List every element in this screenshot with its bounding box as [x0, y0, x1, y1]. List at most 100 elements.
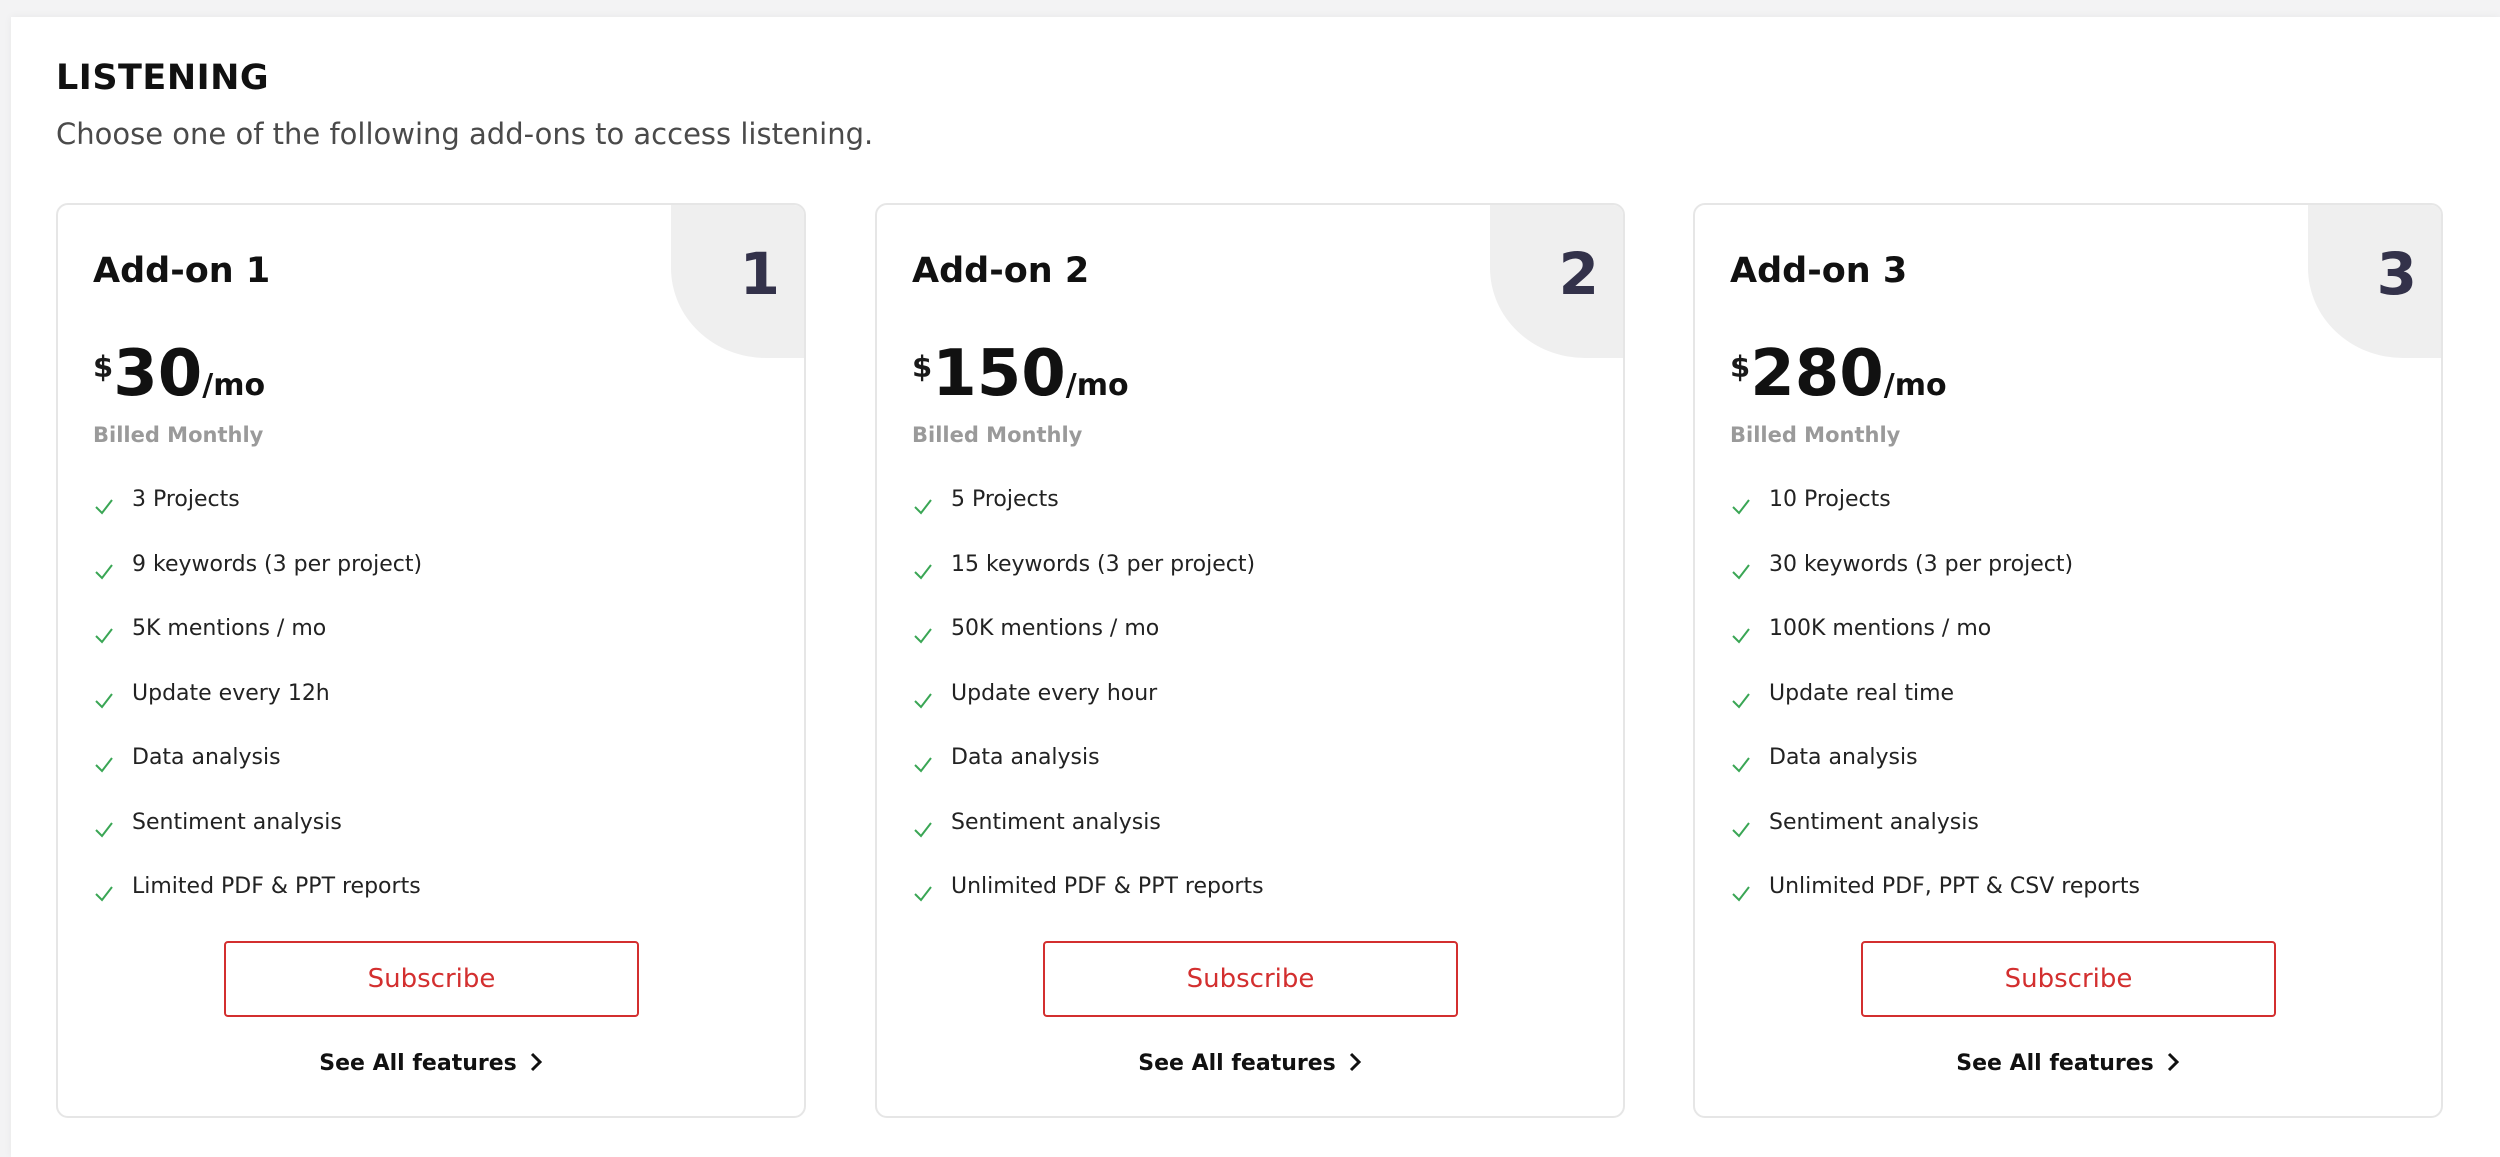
subscribe-button[interactable]: Subscribe — [224, 941, 639, 1017]
feature-item: Unlimited PDF, PPT & CSV reports — [1730, 868, 2140, 933]
feature-item: Sentiment analysis — [912, 804, 1264, 869]
feature-item: Update real time — [1730, 675, 2140, 740]
addon-card-2: 2 Add-on 2 $150/mo Billed Monthly 5 Proj… — [875, 203, 1625, 1118]
price-period: /mo — [1883, 368, 1947, 403]
check-icon — [95, 628, 113, 644]
chevron-right-icon — [2167, 1052, 2179, 1072]
addon-number: 3 — [2376, 240, 2417, 308]
feature-label: 30 keywords (3 per project) — [1769, 551, 2074, 577]
check-icon — [95, 886, 113, 902]
chevron-right-icon — [1349, 1052, 1361, 1072]
check-icon — [1732, 692, 1750, 709]
addon-title: Add-on 2 — [912, 251, 1090, 291]
corner-badge: 1 — [671, 205, 804, 358]
check-icon — [914, 821, 932, 838]
feature-label: Data analysis — [132, 745, 281, 770]
feature-label: 100K mentions / mo — [1769, 616, 1992, 641]
feature-item: 30 keywords (3 per project) — [1730, 546, 2140, 611]
feature-label: Update real time — [1769, 680, 1955, 706]
currency-symbol: $ — [912, 350, 933, 384]
feature-label: Update every 12h — [132, 680, 330, 706]
section-subtitle: Choose one of the following add-ons to a… — [56, 117, 874, 151]
feature-item: 5 Projects — [912, 481, 1264, 546]
feature-item: 15 keywords (3 per project) — [912, 546, 1264, 611]
price-period: /mo — [1065, 368, 1129, 403]
check-icon — [914, 628, 932, 644]
feature-item: Sentiment analysis — [93, 804, 422, 869]
feature-label: Update every hour — [951, 680, 1158, 706]
chevron-right-icon — [530, 1052, 542, 1072]
price: $30/mo — [93, 342, 265, 422]
see-all-label: See All features — [319, 1051, 517, 1076]
feature-list: 3 Projects 9 keywords (3 per project) 5K… — [93, 481, 422, 933]
feature-item: 3 Projects — [93, 481, 422, 546]
addon-title: Add-on 1 — [93, 251, 271, 291]
price-amount: 280 — [1750, 337, 1884, 411]
see-all-label: See All features — [1956, 1051, 2154, 1076]
addon-title: Add-on 3 — [1730, 251, 1908, 291]
corner-badge: 2 — [1490, 205, 1623, 358]
billing-cycle: Billed Monthly — [93, 423, 264, 447]
check-icon — [914, 563, 932, 580]
check-icon — [1732, 499, 1750, 515]
addon-card-3: 3 Add-on 3 $280/mo Billed Monthly 10 Pro… — [1693, 203, 2443, 1118]
billing-cycle: Billed Monthly — [912, 423, 1083, 447]
feature-item: 10 Projects — [1730, 481, 2140, 546]
see-all-label: See All features — [1138, 1051, 1336, 1076]
feature-label: 5K mentions / mo — [132, 616, 327, 641]
price-amount: 30 — [113, 337, 203, 411]
feature-item: Update every 12h — [93, 675, 422, 740]
feature-item: Update every hour — [912, 675, 1264, 740]
feature-item: 50K mentions / mo — [912, 610, 1264, 675]
currency-symbol: $ — [1730, 350, 1751, 384]
addon-number: 1 — [739, 240, 780, 308]
see-all-features-link[interactable]: See All features — [877, 1051, 1623, 1076]
feature-item: 9 keywords (3 per project) — [93, 546, 422, 611]
feature-item: Unlimited PDF & PPT reports — [912, 868, 1264, 933]
see-all-features-link[interactable]: See All features — [58, 1051, 804, 1076]
check-icon — [1732, 886, 1750, 902]
feature-label: 5 Projects — [951, 487, 1059, 512]
feature-list: 10 Projects 30 keywords (3 per project) … — [1730, 481, 2140, 933]
check-icon — [914, 499, 932, 515]
feature-label: 10 Projects — [1769, 487, 1891, 512]
see-all-features-link[interactable]: See All features — [1695, 1051, 2441, 1076]
price: $280/mo — [1730, 342, 1947, 422]
feature-label: Sentiment analysis — [1769, 809, 1979, 835]
addon-card-1: 1 Add-on 1 $30/mo Billed Monthly 3 Proje… — [56, 203, 806, 1118]
feature-item: 5K mentions / mo — [93, 610, 422, 675]
price-period: /mo — [202, 368, 266, 403]
check-icon — [1732, 563, 1750, 580]
check-icon — [914, 886, 932, 902]
billing-cycle: Billed Monthly — [1730, 423, 1901, 447]
check-icon — [95, 821, 113, 838]
currency-symbol: $ — [93, 350, 114, 384]
check-icon — [1732, 757, 1750, 773]
feature-label: Sentiment analysis — [951, 809, 1161, 835]
check-icon — [914, 692, 932, 709]
check-icon — [95, 499, 113, 515]
check-icon — [95, 692, 113, 709]
feature-label: 50K mentions / mo — [951, 616, 1160, 641]
price: $150/mo — [912, 342, 1129, 422]
check-icon — [1732, 628, 1750, 644]
check-icon — [95, 757, 113, 773]
feature-item: Sentiment analysis — [1730, 804, 2140, 869]
subscribe-button[interactable]: Subscribe — [1043, 941, 1458, 1017]
feature-item: Data analysis — [912, 739, 1264, 804]
feature-label: 3 Projects — [132, 487, 240, 512]
subscribe-button[interactable]: Subscribe — [1861, 941, 2276, 1017]
check-icon — [914, 757, 932, 773]
feature-list: 5 Projects 15 keywords (3 per project) 5… — [912, 481, 1264, 933]
feature-label: Sentiment analysis — [132, 809, 342, 835]
feature-label: Data analysis — [951, 745, 1100, 770]
check-icon — [1732, 821, 1750, 838]
feature-item: Data analysis — [1730, 739, 2140, 804]
feature-item: Limited PDF & PPT reports — [93, 868, 422, 933]
section-title: LISTENING — [56, 58, 270, 98]
feature-label: Data analysis — [1769, 745, 1918, 770]
addon-number: 2 — [1558, 240, 1599, 308]
feature-item: 100K mentions / mo — [1730, 610, 2140, 675]
feature-label: Unlimited PDF & PPT reports — [951, 874, 1264, 899]
feature-item: Data analysis — [93, 739, 422, 804]
